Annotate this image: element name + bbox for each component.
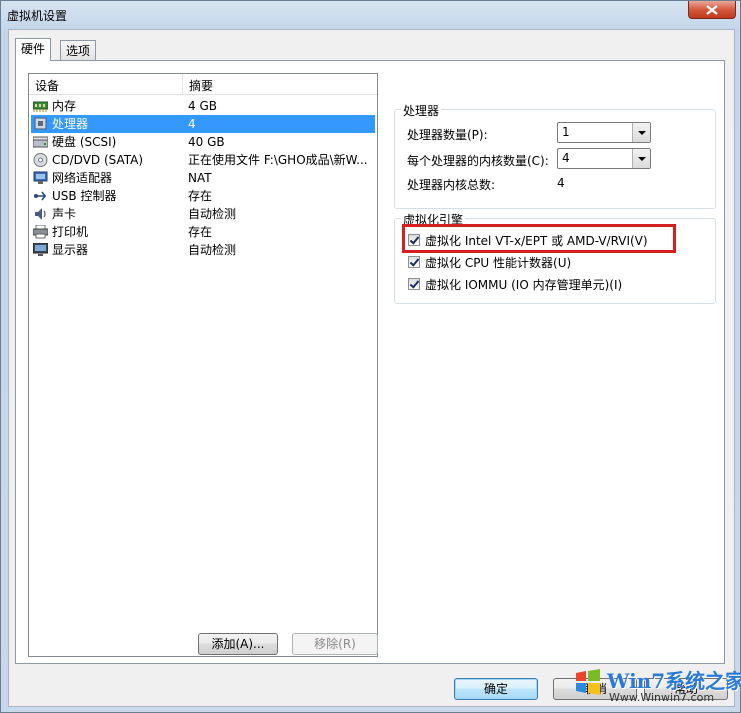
add-device-button[interactable]: 添加(A)... xyxy=(198,633,278,655)
device-list[interactable]: 设备 摘要 内存 4 GB 处理器 4 硬盘 (SCSI) 40 GB CD/D… xyxy=(28,73,378,657)
device-row-display[interactable]: 显示器 自动检测 xyxy=(31,241,375,259)
device-summary: 4 xyxy=(188,117,196,131)
ok-button[interactable]: 确定 xyxy=(454,678,538,700)
device-summary: 正在使用文件 F:\GHO成品\新W... xyxy=(188,153,368,167)
device-row-processor[interactable]: 处理器 4 xyxy=(31,115,375,133)
device-row-network-adapter[interactable]: 网络适配器 NAT xyxy=(31,169,375,187)
processor-icon xyxy=(34,117,47,130)
tab-hardware[interactable]: 硬件 xyxy=(15,38,52,61)
cores-per-processor-select[interactable]: 4 xyxy=(557,148,651,169)
hard-disk-icon xyxy=(33,136,48,148)
dialog-client: 硬件 选项 设备 摘要 内存 4 GB 处理器 4 硬盘 (SCSI) 40 G… xyxy=(8,29,735,707)
display-icon xyxy=(33,243,48,256)
iommu-label[interactable]: 虚拟化 IOMMU (IO 内存管理单元)(I) xyxy=(425,277,622,293)
device-summary: 4 GB xyxy=(188,99,217,113)
device-name: 声卡 xyxy=(52,207,77,221)
chevron-down-icon[interactable] xyxy=(632,149,650,168)
title-bar[interactable]: 虚拟机设置 xyxy=(1,1,740,29)
device-row-memory[interactable]: 内存 4 GB xyxy=(31,97,375,115)
processor-count-select[interactable]: 1 xyxy=(557,122,651,143)
cpu-counters-checkbox[interactable] xyxy=(408,256,420,268)
total-cores-label: 处理器内核总数: xyxy=(407,178,496,192)
cpu-counters-label[interactable]: 虚拟化 CPU 性能计数器(U) xyxy=(425,255,571,271)
column-header-summary[interactable]: 摘要 xyxy=(189,77,213,94)
device-row-sound-card[interactable]: 声卡 自动检测 xyxy=(31,205,375,223)
iommu-checkbox[interactable] xyxy=(408,278,420,290)
hardware-tab-panel: 设备 摘要 内存 4 GB 处理器 4 硬盘 (SCSI) 40 GB CD/D… xyxy=(15,60,725,664)
watermark-url: Www.Winwin7.com xyxy=(609,691,715,704)
device-summary: 存在 xyxy=(188,189,213,203)
list-header: 设备 摘要 xyxy=(29,74,377,95)
device-row-cd-dvd[interactable]: CD/DVD (SATA) 正在使用文件 F:\GHO成品\新W... xyxy=(31,151,375,169)
device-row-usb-controller[interactable]: USB 控制器 存在 xyxy=(31,187,375,205)
device-name: 内存 xyxy=(52,99,77,113)
chevron-down-icon[interactable] xyxy=(632,123,650,142)
site-watermark: Win7系统之家 Www.Winwin7.com xyxy=(571,661,741,709)
device-summary: 40 GB xyxy=(188,135,225,149)
remove-device-button[interactable]: 移除(R) xyxy=(292,633,378,655)
device-name: 处理器 xyxy=(52,117,89,131)
device-summary: 存在 xyxy=(188,225,213,239)
device-name: 显示器 xyxy=(52,243,89,257)
tab-options[interactable]: 选项 xyxy=(60,40,97,60)
watermark-title: Win7系统之家 xyxy=(607,669,741,693)
device-summary: 自动检测 xyxy=(188,243,237,257)
device-summary: NAT xyxy=(188,171,212,185)
usb-icon xyxy=(34,191,46,201)
network-adapter-icon xyxy=(33,171,48,184)
window-title: 虚拟机设置 xyxy=(7,9,68,23)
device-summary: 自动检测 xyxy=(188,207,237,221)
cores-per-processor-value: 4 xyxy=(562,151,570,165)
highlight-box xyxy=(402,224,676,253)
printer-icon xyxy=(33,225,48,239)
device-name: USB 控制器 xyxy=(52,189,117,203)
column-header-device[interactable]: 设备 xyxy=(35,77,59,94)
close-icon xyxy=(706,4,718,15)
processor-group: 处理器 处理器数量(P): 1 每个处理器的内核数量(C): 4 处理器内核总数… xyxy=(394,102,716,209)
close-button[interactable] xyxy=(688,1,736,19)
device-name: 硬盘 (SCSI) xyxy=(52,135,117,149)
windows-logo-icon xyxy=(576,669,600,695)
device-name: CD/DVD (SATA) xyxy=(52,153,144,167)
device-row-printer[interactable]: 打印机 存在 xyxy=(31,223,375,241)
sound-card-icon xyxy=(35,208,46,220)
total-cores-value: 4 xyxy=(557,176,565,190)
cores-per-processor-label: 每个处理器的内核数量(C): xyxy=(407,154,549,168)
device-name: 网络适配器 xyxy=(52,171,113,185)
device-row-hard-disk[interactable]: 硬盘 (SCSI) 40 GB xyxy=(31,133,375,151)
cd-dvd-icon xyxy=(33,153,48,167)
column-separator[interactable] xyxy=(182,74,183,94)
processor-count-value: 1 xyxy=(562,125,570,139)
processor-count-label: 处理器数量(P): xyxy=(407,128,488,142)
memory-icon xyxy=(33,101,48,112)
device-name: 打印机 xyxy=(52,225,89,239)
vm-settings-window: 虚拟机设置 硬件 选项 设备 摘要 内存 4 GB 处理器 4 硬盘 (SCSI… xyxy=(0,0,741,713)
processor-group-title: 处理器 xyxy=(401,102,442,119)
